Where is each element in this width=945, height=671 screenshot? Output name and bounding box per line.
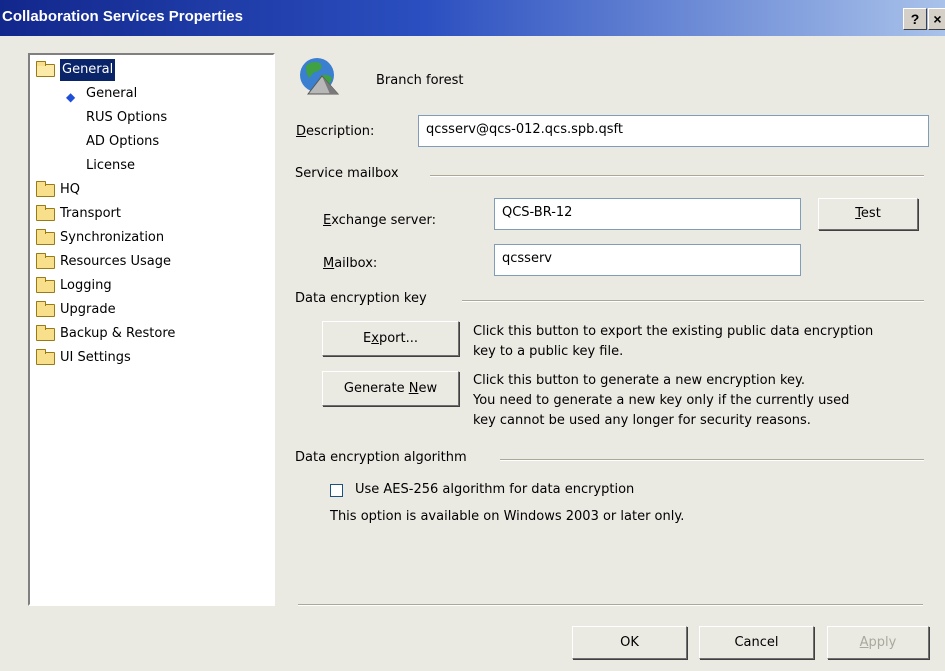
title-bar[interactable]: Collaboration Services Properties ? ×	[0, 0, 945, 36]
generate-description-line1: Click this button to generate a new encr…	[473, 373, 806, 388]
generate-description-line2: You need to generate a new key only if t…	[473, 393, 850, 408]
mailbox-field[interactable]: qcsserv	[494, 244, 801, 276]
generate-new-button[interactable]: Generate New	[322, 371, 459, 406]
cancel-button[interactable]: Cancel	[699, 626, 814, 659]
close-button[interactable]: ×	[928, 8, 945, 30]
export-button[interactable]: Export...	[322, 321, 459, 356]
description-field[interactable]: qcsserv@qcs-012.qcs.spb.qsft	[418, 115, 929, 147]
properties-dialog: Collaboration Services Properties ? × Ge…	[0, 0, 945, 671]
tree-item-label: Transport	[60, 206, 122, 221]
export-description-line2: key to a public key file.	[473, 344, 624, 359]
tree-item-label: Synchronization	[60, 230, 165, 245]
footer-separator	[298, 604, 923, 606]
tree-item-ad-options[interactable]: AD Options	[86, 131, 159, 153]
object-name: Branch forest	[376, 73, 464, 88]
tree-item-label: HQ	[60, 182, 81, 197]
apply-button[interactable]: Apply	[827, 626, 929, 659]
tree-item-label: Upgrade	[60, 302, 116, 317]
window-title: Collaboration Services Properties	[2, 8, 243, 25]
generate-description-line3: key cannot be used any longer for securi…	[473, 413, 811, 428]
exchange-server-label: Exchange server:	[323, 213, 436, 228]
folder-icon	[36, 205, 55, 221]
group-divider	[500, 459, 924, 461]
folder-icon	[36, 181, 55, 197]
folder-icon	[36, 325, 55, 341]
exchange-server-field[interactable]: QCS-BR-12	[494, 198, 801, 230]
tree-item-label: RUS Options	[86, 110, 168, 125]
tree-item-label: AD Options	[86, 134, 160, 149]
folder-icon	[36, 349, 55, 365]
tree-item-label: Resources Usage	[60, 254, 172, 269]
folder-open-icon	[36, 61, 55, 77]
aes256-note: This option is available on Windows 2003…	[330, 509, 685, 524]
tree-item-label: Logging	[60, 278, 112, 293]
navigation-tree: General ◆ General RUS Options AD Options…	[28, 53, 275, 606]
globe-icon	[300, 58, 340, 95]
tree-item-label: License	[86, 158, 136, 173]
tree-item-label: General	[60, 59, 116, 81]
group-divider	[462, 300, 924, 302]
tree-item-label: UI Settings	[60, 350, 131, 365]
folder-icon	[36, 277, 55, 293]
tree-item-label: General	[86, 86, 138, 101]
group-divider	[430, 175, 924, 177]
current-page-arrow-icon: ◆	[66, 90, 76, 104]
aes256-checkbox[interactable]	[330, 484, 343, 497]
encryption-key-heading: Data encryption key	[295, 291, 427, 306]
description-label: Description:	[296, 124, 375, 139]
tree-item-rus-options[interactable]: RUS Options	[86, 107, 167, 129]
folder-icon	[36, 253, 55, 269]
export-description-line1: Click this button to export the existing…	[473, 324, 874, 339]
folder-icon	[36, 301, 55, 317]
mailbox-label: Mailbox:	[323, 256, 378, 271]
aes256-checkbox-label[interactable]: Use AES-256 algorithm for data encryptio…	[355, 482, 634, 497]
folder-icon	[36, 229, 55, 245]
service-mailbox-heading: Service mailbox	[295, 166, 399, 181]
tree-item-license[interactable]: License	[86, 155, 135, 177]
encryption-algorithm-heading: Data encryption algorithm	[295, 450, 467, 465]
help-button[interactable]: ?	[903, 8, 927, 30]
test-button[interactable]: Test	[818, 198, 918, 230]
ok-button[interactable]: OK	[572, 626, 687, 659]
tree-item-label: Backup & Restore	[60, 326, 176, 341]
